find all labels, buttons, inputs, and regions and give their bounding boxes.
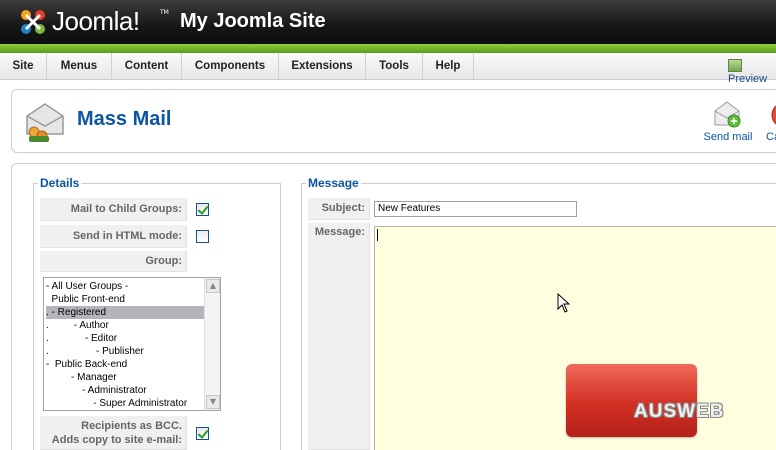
header-green-stripe	[0, 44, 776, 53]
scroll-down-icon[interactable]: ▼	[206, 395, 220, 409]
menu-help[interactable]: Help	[423, 53, 474, 80]
group-option[interactable]: - All User Groups -	[46, 280, 204, 293]
group-option-selected[interactable]: . - Registered	[46, 306, 204, 319]
mail-child-groups-checkbox[interactable]	[196, 203, 209, 216]
menu-tools[interactable]: Tools	[366, 53, 423, 80]
details-legend: Details	[38, 176, 82, 190]
group-option[interactable]: - Manager	[46, 371, 204, 384]
bcc-checkbox[interactable]	[196, 427, 209, 440]
subject-label: Subject:	[308, 198, 370, 220]
scroll-up-icon[interactable]: ▲	[206, 279, 220, 293]
menu-site[interactable]: Site	[0, 53, 47, 80]
joomla-logo-icon	[21, 10, 45, 34]
group-label: Group:	[40, 251, 187, 272]
page-title: Mass Mail	[77, 108, 172, 130]
send-mail-button[interactable]: Send mail	[700, 99, 756, 147]
preview-label: Preview	[728, 73, 768, 85]
group-option[interactable]: - Super Administrator	[46, 397, 204, 410]
group-select-list[interactable]: - All User Groups - Public Front-end . -…	[43, 277, 221, 411]
group-list-scrollbar[interactable]: ▲ ▼	[204, 278, 220, 410]
joomla-logo-text: Joomla!	[52, 6, 140, 36]
group-option[interactable]: . - Editor	[46, 332, 204, 345]
site-title: My Joomla Site	[180, 10, 326, 32]
group-option[interactable]: Public Front-end	[46, 293, 204, 306]
mouse-pointer-icon	[557, 293, 571, 313]
logo-trademark: TM	[160, 9, 169, 16]
menu-extensions[interactable]: Extensions	[279, 53, 366, 80]
message-legend: Message	[306, 176, 361, 190]
group-option[interactable]: - Public Back-end	[46, 358, 204, 371]
send-mail-icon	[714, 101, 741, 128]
menu-menus[interactable]: Menus	[47, 53, 112, 80]
mass-mail-icon	[26, 103, 64, 142]
bcc-label-line1: Recipients as BCC.	[81, 420, 182, 432]
message-label: Message:	[308, 223, 370, 450]
mail-child-groups-label: Mail to Child Groups:	[40, 198, 187, 221]
bcc-label: Recipients as BCC. Adds copy to site e-m…	[40, 416, 187, 450]
cancel-label: Ca	[766, 131, 776, 143]
send-mail-label: Send mail	[703, 131, 753, 143]
group-option[interactable]: - Administrator	[46, 384, 204, 397]
watermark-text: AUSWEB	[634, 401, 725, 422]
subject-input[interactable]: New Features	[374, 201, 577, 217]
group-option[interactable]: . - Author	[46, 319, 204, 332]
site-header: Joomla! TM My Joomla Site	[0, 0, 776, 53]
html-mode-label: Send in HTML mode:	[40, 225, 187, 248]
preview-icon	[728, 59, 742, 72]
cancel-icon	[771, 105, 776, 125]
menu-content[interactable]: Content	[112, 53, 182, 80]
admin-menu-bar: Site Menus Content Components Extensions…	[0, 53, 776, 85]
text-caret	[377, 229, 378, 241]
menu-components[interactable]: Components	[182, 53, 279, 80]
preview-link[interactable]: Preview	[728, 59, 776, 85]
group-option[interactable]: . - Publisher	[46, 345, 204, 358]
bcc-label-line2: Adds copy to site e-mail:	[51, 434, 182, 446]
cancel-button[interactable]: Ca	[762, 99, 776, 147]
html-mode-checkbox[interactable]	[196, 230, 209, 243]
